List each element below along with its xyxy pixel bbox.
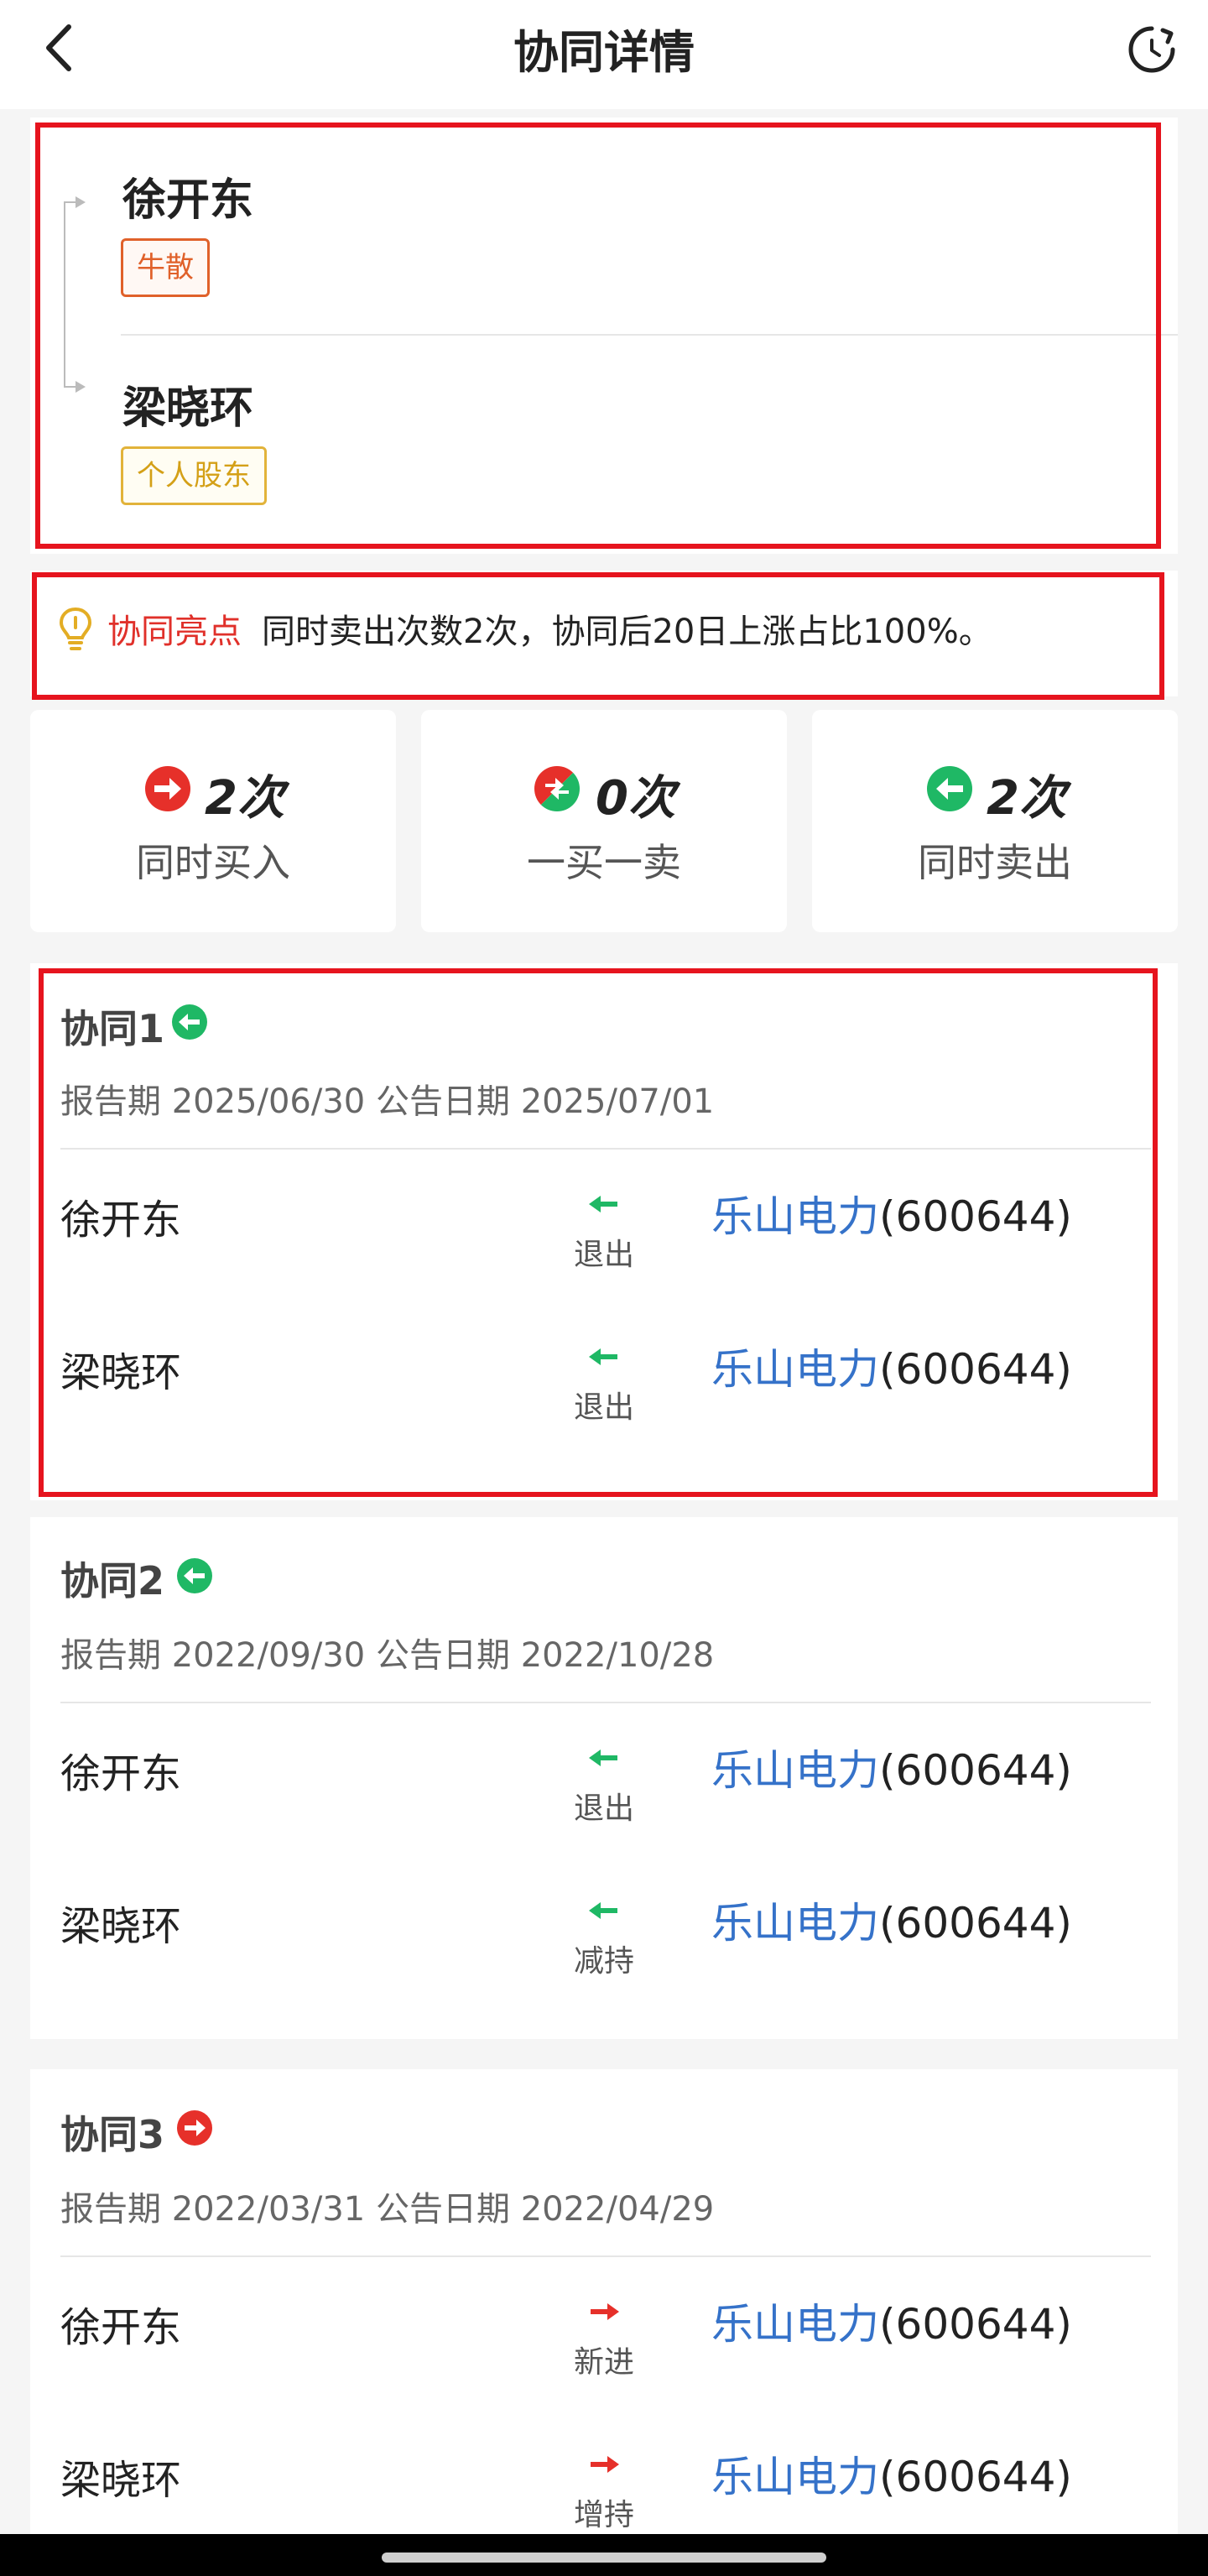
holder-name[interactable]: 徐开东 [60, 1740, 181, 1799]
stat-label: 一买一卖 [527, 840, 681, 885]
stat-count: 2次 [205, 771, 284, 826]
holder-action: 增持 [573, 2498, 634, 2532]
holder-name[interactable]: 梁晓环 [60, 1893, 181, 1952]
stock-link[interactable]: 乐山电力(600644) [711, 2291, 1072, 2351]
divider [60, 1702, 1151, 1703]
holder-action: 减持 [573, 1944, 634, 1979]
holder-name[interactable]: 徐开东 [60, 2294, 181, 2353]
annotation-box [32, 572, 1164, 700]
page-title: 协同详情 [513, 26, 695, 79]
arrow-left-icon [589, 1749, 617, 1766]
holder-action: 新进 [573, 2345, 634, 2380]
stat-label: 同时买入 [136, 840, 290, 885]
refresh-icon[interactable] [1124, 22, 1179, 77]
synergy-title: 协同3 [60, 2112, 165, 2157]
divider [60, 2255, 1151, 2257]
holder-action: 退出 [573, 1791, 634, 1826]
stock-link[interactable]: 乐山电力(600644) [711, 1737, 1072, 1797]
stock-link[interactable]: 乐山电力(600644) [711, 1890, 1072, 1950]
nav-bar: 协同详情 [0, 0, 1208, 109]
sell-out-icon [927, 766, 972, 811]
holder-name[interactable]: 梁晓环 [60, 2447, 181, 2506]
arrow-left-icon [589, 1902, 617, 1919]
arrow-right-icon [591, 2303, 619, 2320]
buy-sell-icon [534, 766, 580, 811]
arrow-right-icon [591, 2456, 619, 2473]
synergy-meta: 报告期 2022/09/30 公告日期 2022/10/28 [60, 1636, 715, 1675]
stat-count: 2次 [987, 771, 1066, 826]
synergy-meta: 报告期 2022/03/31 公告日期 2022/04/29 [60, 2190, 715, 2229]
annotation-box [39, 968, 1158, 1497]
buy-in-icon [145, 766, 190, 811]
stat-label: 同时卖出 [918, 840, 1072, 885]
sell-out-icon [177, 1558, 212, 1593]
buy-in-icon [177, 2110, 212, 2146]
stat-count: 0次 [596, 771, 675, 826]
synergy-title: 协同2 [60, 1558, 165, 1603]
stock-link[interactable]: 乐山电力(600644) [711, 2443, 1072, 2504]
annotation-box [35, 123, 1161, 549]
home-indicator[interactable] [382, 2553, 826, 2563]
